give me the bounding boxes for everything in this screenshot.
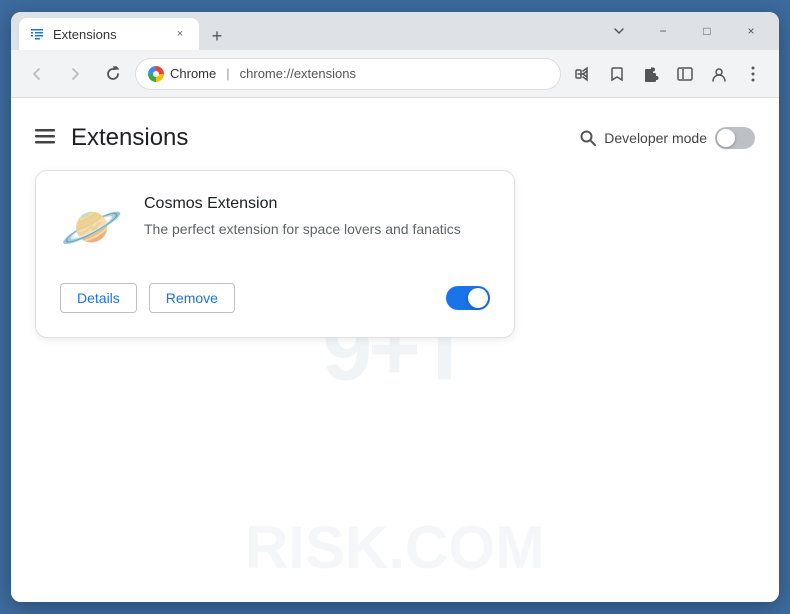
sidebar-icon[interactable] bbox=[669, 58, 701, 90]
tab-favicon bbox=[29, 26, 45, 42]
planet-icon: 🪐 bbox=[61, 202, 123, 252]
address-site: Chrome bbox=[170, 66, 216, 81]
close-button[interactable]: × bbox=[731, 17, 771, 45]
card-top: 🪐 Cosmos Extension The perfect extension… bbox=[60, 195, 490, 259]
extension-name: Cosmos Extension bbox=[144, 195, 490, 213]
active-tab[interactable]: Extensions × bbox=[19, 18, 199, 50]
address-url: chrome://extensions bbox=[240, 66, 356, 81]
remove-button[interactable]: Remove bbox=[149, 283, 235, 313]
window-controls: − □ × bbox=[599, 17, 771, 45]
tab-strip: Extensions × + bbox=[19, 12, 595, 50]
watermark-bottom: RISK.COM bbox=[245, 513, 545, 582]
toggle-knob bbox=[717, 129, 735, 147]
extension-icon: 🪐 bbox=[60, 195, 124, 259]
address-bar[interactable]: Chrome | chrome://extensions bbox=[135, 58, 561, 90]
browser-window: Extensions × + − □ × bbox=[11, 12, 779, 602]
hamburger-menu-icon[interactable] bbox=[35, 126, 55, 151]
menu-icon[interactable] bbox=[737, 58, 769, 90]
extensions-icon[interactable] bbox=[635, 58, 667, 90]
profile-icon[interactable] bbox=[703, 58, 735, 90]
title-bar: Extensions × + − □ × bbox=[11, 12, 779, 50]
extensions-header: Extensions Developer mode bbox=[11, 98, 779, 170]
developer-mode-toggle[interactable] bbox=[715, 127, 755, 149]
forward-button[interactable] bbox=[59, 58, 91, 90]
extensions-area: 🪐 Cosmos Extension The perfect extension… bbox=[11, 170, 779, 338]
extension-card: 🪐 Cosmos Extension The perfect extension… bbox=[35, 170, 515, 338]
tab-title: Extensions bbox=[53, 27, 163, 42]
card-bottom: Details Remove bbox=[60, 283, 490, 313]
details-button[interactable]: Details bbox=[60, 283, 137, 313]
minimize-button[interactable]: − bbox=[643, 17, 683, 45]
extension-enable-toggle[interactable] bbox=[446, 286, 490, 310]
toolbar: Chrome | chrome://extensions bbox=[11, 50, 779, 98]
extension-info: Cosmos Extension The perfect extension f… bbox=[144, 195, 490, 259]
tab-close-button[interactable]: × bbox=[171, 25, 189, 43]
extension-description: The perfect extension for space lovers a… bbox=[144, 219, 490, 240]
chrome-logo bbox=[148, 66, 164, 82]
toggle-on-knob bbox=[468, 288, 488, 308]
maximize-button[interactable]: □ bbox=[687, 17, 727, 45]
search-button[interactable] bbox=[572, 122, 604, 154]
page-title: Extensions bbox=[71, 124, 188, 152]
page-content: 9+T RISK.COM Extensions Developer mode bbox=[11, 98, 779, 602]
toolbar-icons bbox=[567, 58, 769, 90]
address-divider: | bbox=[226, 66, 229, 81]
chevron-down-icon[interactable] bbox=[599, 17, 639, 45]
share-icon[interactable] bbox=[567, 58, 599, 90]
developer-mode-label: Developer mode bbox=[604, 130, 707, 146]
new-tab-button[interactable]: + bbox=[203, 22, 231, 50]
reload-button[interactable] bbox=[97, 58, 129, 90]
bookmark-icon[interactable] bbox=[601, 58, 633, 90]
back-button[interactable] bbox=[21, 58, 53, 90]
